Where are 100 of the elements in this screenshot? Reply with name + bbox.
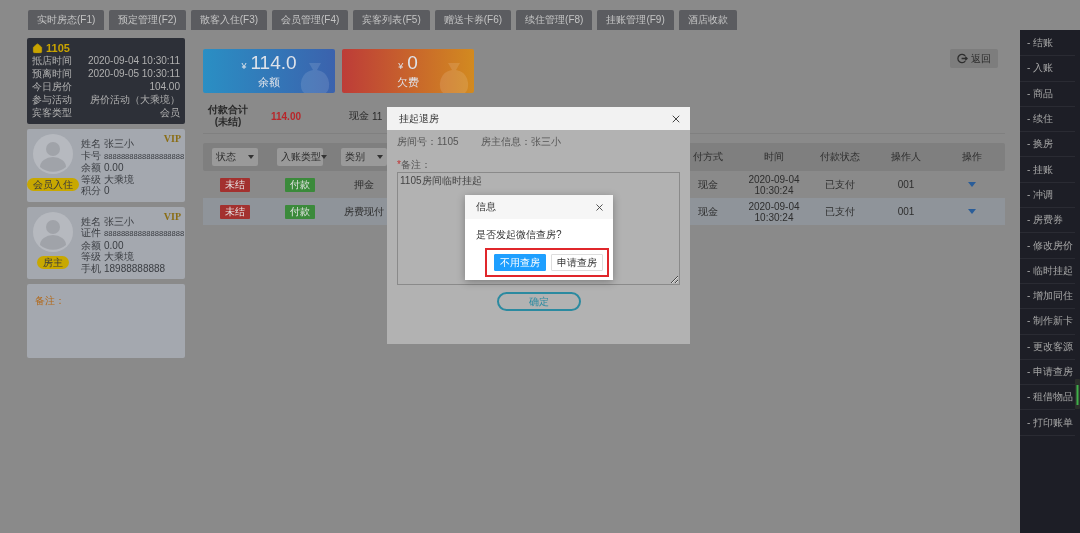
table-cell: 房费现付: [344, 206, 384, 217]
sidebar-item[interactable]: - 入账: [1020, 56, 1075, 82]
currency-sign: ¥: [398, 60, 404, 73]
nav-tab[interactable]: 散客入住(F3): [190, 10, 268, 30]
field-value: 张三小: [104, 215, 134, 227]
field-label: 余额: [81, 239, 101, 251]
table-cell: 001: [897, 179, 915, 190]
info-value: 会员: [160, 107, 180, 119]
caret-icon: [377, 155, 383, 159]
info-label: 宾客类型: [32, 107, 72, 119]
guest-badge: 房主: [37, 255, 69, 269]
home-icon: [32, 42, 43, 54]
nav-tab[interactable]: 赠送卡券(F6): [434, 10, 512, 30]
cash-value: 11: [372, 110, 383, 122]
nav-tab[interactable]: 酒店收款: [678, 10, 737, 30]
field-label: 等级: [81, 251, 101, 263]
amount-label: 欠费: [397, 76, 419, 89]
field-value: 18988888888: [104, 262, 166, 274]
dialog-message: 是否发起微信查房?: [476, 228, 563, 242]
notes-label: 备注：: [35, 295, 65, 306]
sidebar-item[interactable]: - 冲调: [1020, 182, 1075, 209]
nav-tab[interactable]: 会员管理(F4): [272, 10, 349, 30]
sidebar-item[interactable]: - 增加同住: [1020, 283, 1075, 310]
table-cell: 押金: [354, 179, 374, 190]
info-value: 2020-09-05 10:30:11: [87, 68, 180, 80]
info-label: 预离时间: [32, 68, 72, 80]
vip-label: VIP: [163, 210, 181, 222]
field-label: 积分: [81, 185, 101, 197]
note-label: *备注：: [397, 158, 432, 172]
amount-label: 余额: [258, 76, 280, 89]
sidebar-item[interactable]: - 续住: [1020, 106, 1075, 133]
nav-tab[interactable]: 挂账管理(F9): [597, 10, 674, 30]
currency-sign: ¥: [241, 60, 247, 73]
field-label: 等级: [81, 173, 101, 185]
table-cell: 现金: [698, 179, 718, 190]
type-tag: 付款: [285, 177, 315, 192]
room-info: 房间号：1105: [397, 135, 459, 149]
status-tag: 未结: [220, 177, 250, 192]
field-label: 姓名: [81, 138, 101, 150]
field-label: 证件: [81, 227, 101, 239]
nav-tab[interactable]: 实时房态(F1): [28, 10, 105, 30]
filter-dropdown[interactable]: 状态: [212, 148, 258, 166]
sidebar-item[interactable]: - 结账: [1020, 31, 1075, 57]
dialog-title: 信息: [476, 200, 496, 214]
summary-total: 114.00: [269, 110, 302, 122]
field-value: 0.00: [104, 239, 124, 251]
nav-tab[interactable]: 宾客列表(F5): [353, 10, 430, 30]
amount: 0: [407, 53, 418, 73]
owner-info: 房主信息：张三小: [480, 135, 561, 149]
filter-dropdown[interactable]: 类别: [341, 148, 387, 166]
sidebar-item[interactable]: - 更改客源: [1020, 334, 1075, 360]
nav-tab[interactable]: 预定管理(F2): [109, 10, 186, 30]
info-label: 抵店时间: [32, 55, 72, 67]
column-header: 时间: [764, 150, 784, 164]
column-header: 操作: [962, 150, 982, 164]
field-value: 0: [104, 185, 110, 197]
column-header: 付方式: [693, 150, 723, 164]
table-cell: 已支付: [825, 206, 855, 217]
info-label: 今日房价: [32, 81, 72, 93]
table-cell: 2020-09-04 10:30:24: [748, 173, 800, 196]
status-tag: 未结: [220, 204, 250, 219]
field-value: 张三小: [104, 138, 134, 150]
field-value: 大乘境: [104, 251, 134, 263]
sidebar-item[interactable]: - 商品: [1020, 81, 1075, 107]
field-label: 卡号: [81, 149, 101, 161]
table-cell: 现金: [698, 206, 718, 217]
field-label: 姓名: [81, 215, 101, 227]
table-cell: 001: [897, 206, 915, 217]
column-header: 付款状态: [820, 150, 860, 164]
dialog-button[interactable]: 申请查房: [551, 254, 603, 271]
caret-icon: [248, 155, 254, 159]
field-value: 大乘境: [104, 173, 134, 185]
sidebar-item[interactable]: - 房费券: [1020, 208, 1075, 234]
cash-label: 现金: [349, 109, 369, 123]
info-label: 参与活动: [32, 94, 72, 106]
amount: 114.0: [250, 53, 297, 73]
type-tag: 付款: [285, 204, 315, 219]
table-cell: 2020-09-04 10:30:24: [748, 200, 800, 223]
sidebar-item[interactable]: - 临时挂起: [1020, 258, 1075, 284]
sidebar-item[interactable]: - 修改房价: [1020, 233, 1075, 259]
summary-label: 付款合计: [207, 104, 249, 116]
vip-label: VIP: [163, 133, 181, 144]
sidebar-item[interactable]: - 打印账单: [1020, 410, 1075, 436]
sidebar-item[interactable]: - 制作新卡: [1020, 309, 1075, 335]
sidebar-item[interactable]: - 挂账: [1020, 157, 1075, 183]
summary-sublabel: (未结): [213, 116, 243, 128]
scroll-indicator: [1075, 379, 1080, 409]
room-number: 1105: [46, 42, 70, 54]
close-icon[interactable]: [594, 201, 605, 213]
info-value: 2020-09-04 10:30:11: [87, 55, 180, 67]
table-cell: 已支付: [825, 179, 855, 190]
field-label: 余额: [81, 162, 101, 174]
sidebar-item[interactable]: - 换房: [1020, 132, 1075, 158]
column-header: 操作人: [891, 150, 921, 164]
nav-tab[interactable]: 续住管理(F8): [516, 10, 593, 30]
info-value: 房价活动（大乘境）: [90, 94, 180, 106]
info-value: 104.00: [149, 81, 180, 93]
caret-icon: [321, 155, 327, 159]
guest-badge: 会员入住: [27, 178, 79, 191]
field-label: 手机: [81, 262, 101, 274]
